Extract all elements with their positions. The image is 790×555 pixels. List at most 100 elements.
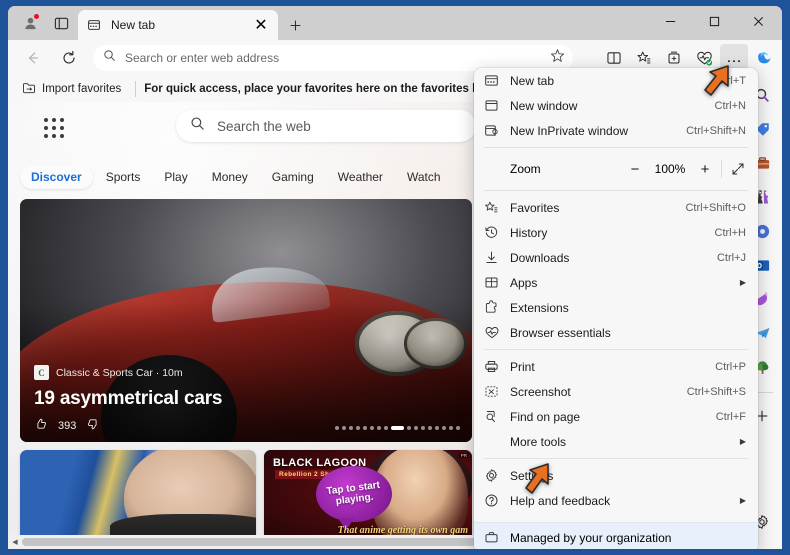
- new-tab-button[interactable]: [283, 13, 307, 37]
- chevron-right-icon: ▶: [739, 278, 746, 287]
- chevron-right-icon: ▶: [739, 437, 746, 446]
- hero-title[interactable]: 19 asymmetrical cars: [34, 388, 222, 410]
- feed-tab-sports[interactable]: Sports: [95, 165, 152, 189]
- web-search-input[interactable]: Search the web: [217, 119, 311, 134]
- menu-divider: [484, 458, 748, 459]
- downloads-icon: [484, 250, 506, 265]
- menu-print[interactable]: Print Ctrl+P: [474, 354, 758, 379]
- menu-item-label: Browser essentials: [510, 325, 611, 340]
- back-arrow-icon[interactable]: [18, 44, 48, 72]
- favorites-icon: [484, 200, 506, 215]
- close-icon[interactable]: ✕: [252, 16, 270, 34]
- star-outline-icon[interactable]: [550, 48, 565, 68]
- feed-tab-weather[interactable]: Weather: [327, 165, 394, 189]
- menu-history[interactable]: History Ctrl+H: [474, 220, 758, 245]
- menu-extensions[interactable]: Extensions: [474, 295, 758, 320]
- feed-tab-discover[interactable]: Discover: [20, 165, 93, 189]
- thumbs-down-icon[interactable]: [86, 417, 100, 434]
- menu-item-label: More tools: [510, 434, 567, 449]
- hero-like-count: 393: [58, 419, 77, 432]
- zoom-out-button[interactable]: −: [621, 156, 649, 182]
- news-card-black-lagoon[interactable]: BLACK LAGOON Rebellion 2 Shots Tap to st…: [264, 450, 472, 542]
- hero-article-card[interactable]: C Classic & Sports Car · 10m 19 asymmetr…: [20, 199, 472, 442]
- menu-item-label: New InPrivate window: [510, 123, 629, 138]
- import-favorites-icon: [22, 81, 36, 98]
- profile-avatar-icon[interactable]: [16, 11, 44, 35]
- apps-grid-icon[interactable]: [40, 114, 68, 142]
- hero-source-row: C Classic & Sports Car · 10m: [34, 365, 183, 380]
- menu-new-window[interactable]: New window Ctrl+N: [474, 93, 758, 118]
- menu-apps[interactable]: Apps ▶: [474, 270, 758, 295]
- fullscreen-icon[interactable]: [724, 156, 752, 182]
- menu-item-label: Help and feedback: [510, 493, 611, 508]
- favorites-bar-divider: [135, 81, 137, 97]
- menu-item-shortcut: Ctrl+Shift+N: [686, 124, 746, 137]
- menu-screenshot[interactable]: Screenshot Ctrl+Shift+S: [474, 379, 758, 404]
- menu-item-label: Managed by your organization: [510, 530, 672, 545]
- new-window-icon: [484, 98, 506, 113]
- hero-actions: 393: [34, 417, 100, 434]
- menu-help-and-feedback[interactable]: Help and feedback ▶: [474, 488, 758, 513]
- card-ad-cta-bubble[interactable]: Tap to start playing.: [316, 466, 392, 531]
- address-input[interactable]: Search or enter web address: [125, 51, 550, 65]
- hero-carousel-dots[interactable]: [335, 426, 460, 430]
- menu-find-on-page[interactable]: Find on page Ctrl+F: [474, 404, 758, 429]
- settings-gear-icon: [484, 468, 506, 483]
- feed-tab-play[interactable]: Play: [153, 165, 198, 189]
- menu-item-shortcut: Ctrl+Shift+S: [686, 385, 746, 398]
- menu-zoom-row: Zoom − 100% +: [474, 152, 758, 186]
- menu-divider: [484, 349, 748, 350]
- window-controls: [648, 6, 782, 36]
- minimize-button[interactable]: [648, 6, 692, 36]
- help-icon: [484, 493, 506, 508]
- briefcase-icon: [484, 530, 506, 545]
- hero-source-label: Classic & Sports Car · 10m: [56, 366, 183, 379]
- news-card-putin[interactable]: [20, 450, 256, 542]
- web-search-box[interactable]: Search the web: [176, 110, 476, 142]
- import-favorites-button[interactable]: Import favorites: [16, 79, 127, 100]
- menu-item-label: New tab: [510, 73, 555, 88]
- settings-and-more-menu: New tab Ctrl+T New window Ctrl+N New InP…: [474, 68, 758, 549]
- favorites-bar-message: For quick access, place your favorites h…: [144, 83, 493, 95]
- feed-tab-gaming[interactable]: Gaming: [261, 165, 325, 189]
- maximize-button[interactable]: [692, 6, 736, 36]
- refresh-icon[interactable]: [54, 44, 84, 72]
- menu-managed-by-organization[interactable]: Managed by your organization: [474, 522, 758, 549]
- menu-more-tools[interactable]: More tools ▶: [474, 429, 758, 454]
- menu-item-shortcut: Ctrl+J: [716, 251, 746, 264]
- menu-divider: [484, 147, 748, 148]
- tab-title: New tab: [111, 18, 156, 32]
- menu-favorites[interactable]: Favorites Ctrl+Shift+O: [474, 195, 758, 220]
- scroll-left-arrow-icon[interactable]: ◀: [8, 538, 22, 546]
- menu-settings[interactable]: Settings: [474, 463, 758, 488]
- browser-essentials-icon: [484, 325, 506, 341]
- apps-icon: [484, 275, 506, 290]
- chevron-right-icon: ▶: [739, 496, 746, 505]
- menu-item-label: New window: [510, 98, 578, 113]
- tab-new-tab[interactable]: New tab ✕: [78, 10, 278, 40]
- menu-browser-essentials[interactable]: Browser essentials: [474, 320, 758, 345]
- zoom-value: 100%: [654, 162, 686, 176]
- title-bar: New tab ✕: [8, 6, 782, 40]
- zoom-label: Zoom: [510, 162, 541, 176]
- menu-item-label: Apps: [510, 275, 538, 290]
- profile-alert-dot: [33, 13, 40, 20]
- history-icon: [484, 225, 506, 240]
- screen: New tab ✕ Search or enter web address … …: [0, 0, 790, 555]
- tab-search-icon[interactable]: [48, 11, 74, 35]
- search-icon: [190, 116, 205, 136]
- menu-downloads[interactable]: Downloads Ctrl+J: [474, 245, 758, 270]
- menu-item-shortcut: Ctrl+N: [714, 99, 746, 112]
- menu-new-tab[interactable]: New tab Ctrl+T: [474, 68, 758, 93]
- find-on-page-icon: [484, 409, 506, 424]
- zoom-divider: [721, 160, 722, 178]
- feed-tab-money[interactable]: Money: [201, 165, 259, 189]
- extensions-icon: [484, 300, 506, 315]
- thumbs-up-icon[interactable]: [34, 417, 48, 434]
- menu-new-inprivate-window[interactable]: New InPrivate window Ctrl+Shift+N: [474, 118, 758, 143]
- zoom-in-button[interactable]: +: [691, 156, 719, 182]
- close-button[interactable]: [736, 6, 780, 36]
- print-icon: [484, 359, 506, 374]
- menu-item-label: Screenshot: [510, 384, 571, 399]
- feed-tab-watch[interactable]: Watch: [396, 165, 452, 189]
